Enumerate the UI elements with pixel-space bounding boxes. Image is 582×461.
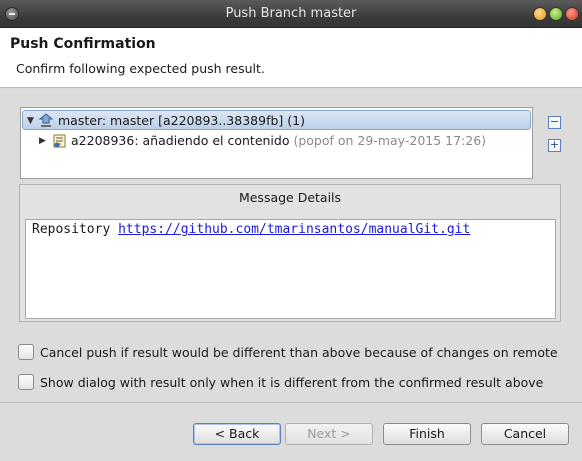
expand-all-button[interactable]: +: [548, 139, 561, 152]
branch-label: master: master [a220893..38389fb] (1): [58, 113, 305, 128]
push-result-tree[interactable]: ▼ master: master [a220893..38389fb] (1) …: [20, 107, 533, 179]
button-divider: [0, 402, 582, 403]
message-details-text[interactable]: Repository https://github.com/tmarinsant…: [25, 219, 556, 319]
window-title: Push Branch master: [225, 6, 357, 21]
collapse-all-button[interactable]: −: [548, 116, 561, 129]
expand-arrow-icon[interactable]: ▶: [39, 136, 46, 146]
cancel-button[interactable]: Cancel: [481, 423, 569, 445]
repository-prefix: Repository: [32, 222, 111, 237]
commit-label: a2208936: añadiendo el contenido (popof …: [71, 133, 487, 148]
title-bar: Push Branch master: [0, 0, 582, 28]
tree-row-branch[interactable]: ▼ master: master [a220893..38389fb] (1): [22, 110, 531, 130]
collapse-arrow-icon[interactable]: ▼: [27, 116, 34, 126]
page-title: Push Confirmation: [10, 36, 156, 52]
repository-link[interactable]: https://github.com/tmarinsantos/manualGi…: [118, 222, 470, 237]
commit-icon: [53, 134, 66, 148]
maximize-button[interactable]: [549, 7, 563, 21]
cancel-if-different-checkbox[interactable]: [18, 344, 34, 360]
finish-button[interactable]: Finish: [383, 423, 471, 445]
close-button[interactable]: [565, 7, 579, 21]
message-details-group: Message Details Repository https://githu…: [19, 184, 561, 322]
show-dialog-label[interactable]: Show dialog with result only when it is …: [40, 375, 543, 390]
show-dialog-checkbox[interactable]: [18, 374, 34, 390]
cancel-if-different-label[interactable]: Cancel push if result would be different…: [40, 345, 558, 360]
wizard-content: ▼ master: master [a220893..38389fb] (1) …: [0, 89, 582, 461]
minimize-button[interactable]: [533, 7, 547, 21]
tree-row-commit[interactable]: ▶ a2208936: añadiendo el contenido (popo…: [22, 131, 531, 151]
push-branch-icon: [38, 113, 54, 127]
page-description: Confirm following expected push result.: [16, 61, 265, 76]
message-details-title: Message Details: [238, 190, 342, 205]
back-button[interactable]: < Back: [193, 423, 281, 445]
next-button[interactable]: Next >: [285, 423, 373, 445]
wizard-header: Push Confirmation Confirm following expe…: [0, 28, 582, 88]
commit-meta: (popof on 29-may-2015 17:26): [293, 133, 487, 148]
